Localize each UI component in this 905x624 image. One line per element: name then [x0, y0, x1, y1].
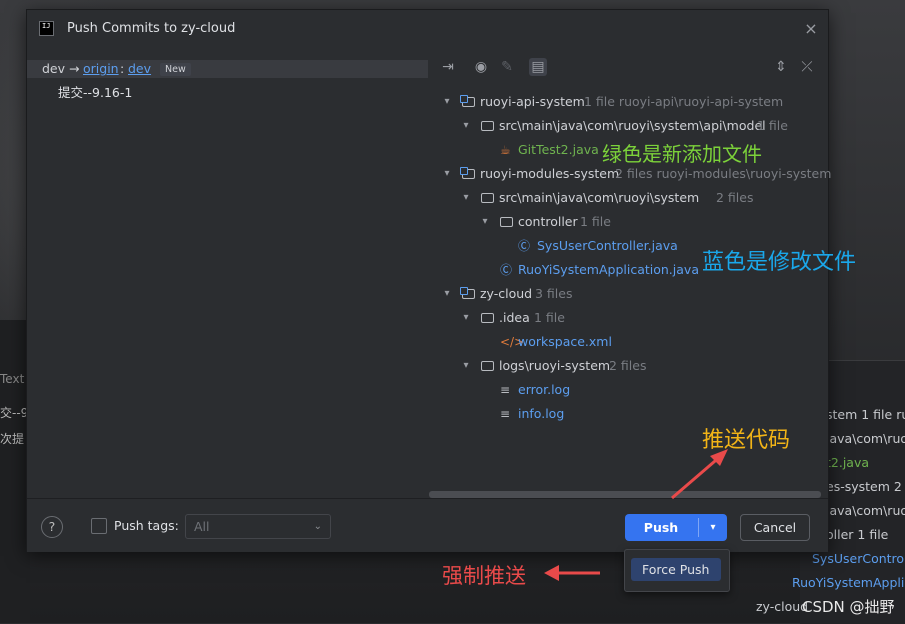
tree-node-label: error.log	[518, 382, 571, 397]
tree-node-file[interactable]: </> workspace.xml	[428, 332, 828, 352]
tree-node-meta: 1 file ruoyi-api\ruoyi-api-system	[584, 94, 784, 109]
push-dropdown-menu: Force Push	[624, 549, 730, 592]
tree-node-folder[interactable]: ▾ .idea 1 file	[428, 308, 828, 328]
tree-node-label: .idea	[499, 310, 530, 325]
tree-node-module[interactable]: ▾ zy-cloud 3 files	[428, 284, 828, 304]
tree-node-meta: 1 file	[580, 214, 611, 229]
tree-node-label: ruoyi-modules-system	[480, 166, 620, 181]
force-push-item[interactable]: Force Push	[631, 558, 721, 581]
diff-icon[interactable]: ▤	[529, 58, 547, 76]
module-folder-icon	[460, 287, 475, 299]
annotation-push: 推送代码	[702, 428, 791, 453]
new-badge: New	[160, 63, 191, 76]
log-file-icon: ≡	[500, 407, 511, 421]
background-text: 交--9	[0, 406, 29, 420]
expand-all-icon[interactable]: ⇕	[772, 58, 790, 76]
background-text: oller 1 file	[826, 527, 889, 542]
background-text: Text	[0, 372, 25, 386]
tree-node-label: logs\ruoyi-system	[499, 358, 611, 373]
eye-icon[interactable]: ◉	[472, 58, 490, 76]
tree-node-label: RuoYiSystemApplication.java	[518, 262, 699, 277]
dialog-title: Push Commits to zy-cloud	[67, 21, 236, 36]
push-button[interactable]: Push ▾	[625, 514, 727, 541]
local-branch: dev	[42, 61, 66, 76]
background-text: java\com\ruo	[826, 431, 905, 446]
log-file-icon: ≡	[500, 383, 511, 397]
tree-node-label: workspace.xml	[518, 334, 612, 349]
expand-collapse-icon[interactable]: ⇥	[439, 58, 457, 76]
dialog-footer: ? Push tags: All ⌄ Push ▾ Cancel	[27, 498, 828, 552]
horizontal-scrollbar[interactable]	[429, 491, 821, 498]
push-commits-dialog: IJ Push Commits to zy-cloud × dev → orig…	[26, 9, 832, 552]
chevron-down-icon[interactable]: ▾	[699, 514, 727, 541]
close-icon[interactable]: ×	[802, 20, 820, 38]
chevron-down-icon: ⌄	[313, 521, 322, 532]
background-text: java\com\ruo	[826, 503, 905, 518]
push-tags-label: Push tags:	[114, 518, 179, 533]
commits-pane: dev → origin : dev New 提交--9.16-1	[27, 50, 429, 498]
background-text: zy-cloud	[756, 599, 809, 614]
branch-row[interactable]: dev → origin : dev New	[27, 60, 428, 78]
intellij-icon: IJ	[39, 21, 54, 36]
remote-link[interactable]: origin	[83, 61, 119, 76]
watermark: CSDN @拙野	[802, 598, 895, 616]
background-text: es-system 2 fi	[826, 479, 905, 494]
tree-node-file[interactable]: ≡ info.log	[428, 404, 828, 424]
remote-branch-link[interactable]: dev	[128, 61, 151, 76]
tree-node-meta: 2 files	[716, 190, 754, 205]
tree-node-label: info.log	[518, 406, 565, 421]
module-folder-icon	[460, 167, 475, 179]
tree-node-meta: 1 file	[757, 118, 788, 133]
tree-node-label: zy-cloud	[480, 286, 533, 301]
tree-node-label: src\main\java\com\ruoyi\system\api\model	[499, 118, 766, 133]
tree-node-label: src\main\java\com\ruoyi\system	[499, 190, 700, 205]
tree-node-meta: 2 files ruoyi-modules\ruoyi-system	[615, 166, 832, 181]
arrow-icon: →	[69, 61, 80, 76]
module-folder-icon	[460, 95, 475, 107]
tree-node-file[interactable]: ≡ error.log	[428, 380, 828, 400]
class-icon: Ⓒ	[518, 239, 531, 253]
annotation-added: 绿色是新添加文件	[602, 142, 762, 166]
branch-separator: :	[120, 61, 125, 76]
tree-node-meta: 3 files	[535, 286, 573, 301]
folder-icon	[481, 193, 494, 203]
cancel-button[interactable]: Cancel	[740, 514, 810, 541]
tree-node-label: controller	[518, 214, 578, 229]
push-button-label: Push	[643, 520, 679, 535]
annotation-force-push: 强制推送	[442, 564, 526, 588]
edit-icon[interactable]: ✎	[498, 58, 516, 76]
tree-node-label: SysUserController.java	[537, 238, 678, 253]
tree-node-folder[interactable]: ▾ logs\ruoyi-system 2 files	[428, 356, 828, 376]
tree-node-label: ruoyi-api-system	[480, 94, 585, 109]
folder-icon	[481, 313, 494, 323]
tree-node-meta: 1 file	[534, 310, 565, 325]
push-tags-checkbox[interactable]	[91, 518, 107, 534]
background-text: stem 1 file ru	[826, 407, 905, 422]
tree-node-module[interactable]: ▾ ruoyi-modules-system 2 files ruoyi-mod…	[428, 164, 832, 184]
tree-node-folder[interactable]: ▾ src\main\java\com\ruoyi\system\api\mod…	[428, 116, 828, 136]
tree-node-folder[interactable]: ▾ controller 1 file	[428, 212, 828, 232]
background-text: t2.java	[826, 455, 870, 470]
commit-item[interactable]: 提交--9.16-1	[58, 82, 132, 101]
background-text: SysUserControll	[812, 551, 905, 566]
background-text: RuoYiSystemApplica	[792, 575, 905, 590]
folder-icon	[481, 121, 494, 131]
collapse-all-icon[interactable]: ⤫	[798, 58, 816, 76]
folder-icon	[500, 217, 513, 227]
tags-select[interactable]: All ⌄	[185, 514, 331, 539]
dialog-titlebar: IJ Push Commits to zy-cloud ×	[27, 10, 828, 50]
java-icon: ☕	[500, 143, 511, 157]
folder-icon	[481, 361, 494, 371]
background-text: 次提	[0, 432, 25, 446]
tags-select-value: All	[194, 519, 210, 534]
tree-node-module[interactable]: ▾ ruoyi-api-system 1 file ruoyi-api\ruoy…	[428, 92, 828, 112]
tree-node-meta: 2 files	[609, 358, 647, 373]
spring-class-icon: Ⓒ	[500, 263, 513, 277]
help-button[interactable]: ?	[41, 516, 63, 538]
tree-node-folder[interactable]: ▾ src\main\java\com\ruoyi\system 2 files	[428, 188, 828, 208]
annotation-modified: 蓝色是修改文件	[702, 250, 857, 275]
tree-node-label: GitTest2.java	[518, 142, 599, 157]
